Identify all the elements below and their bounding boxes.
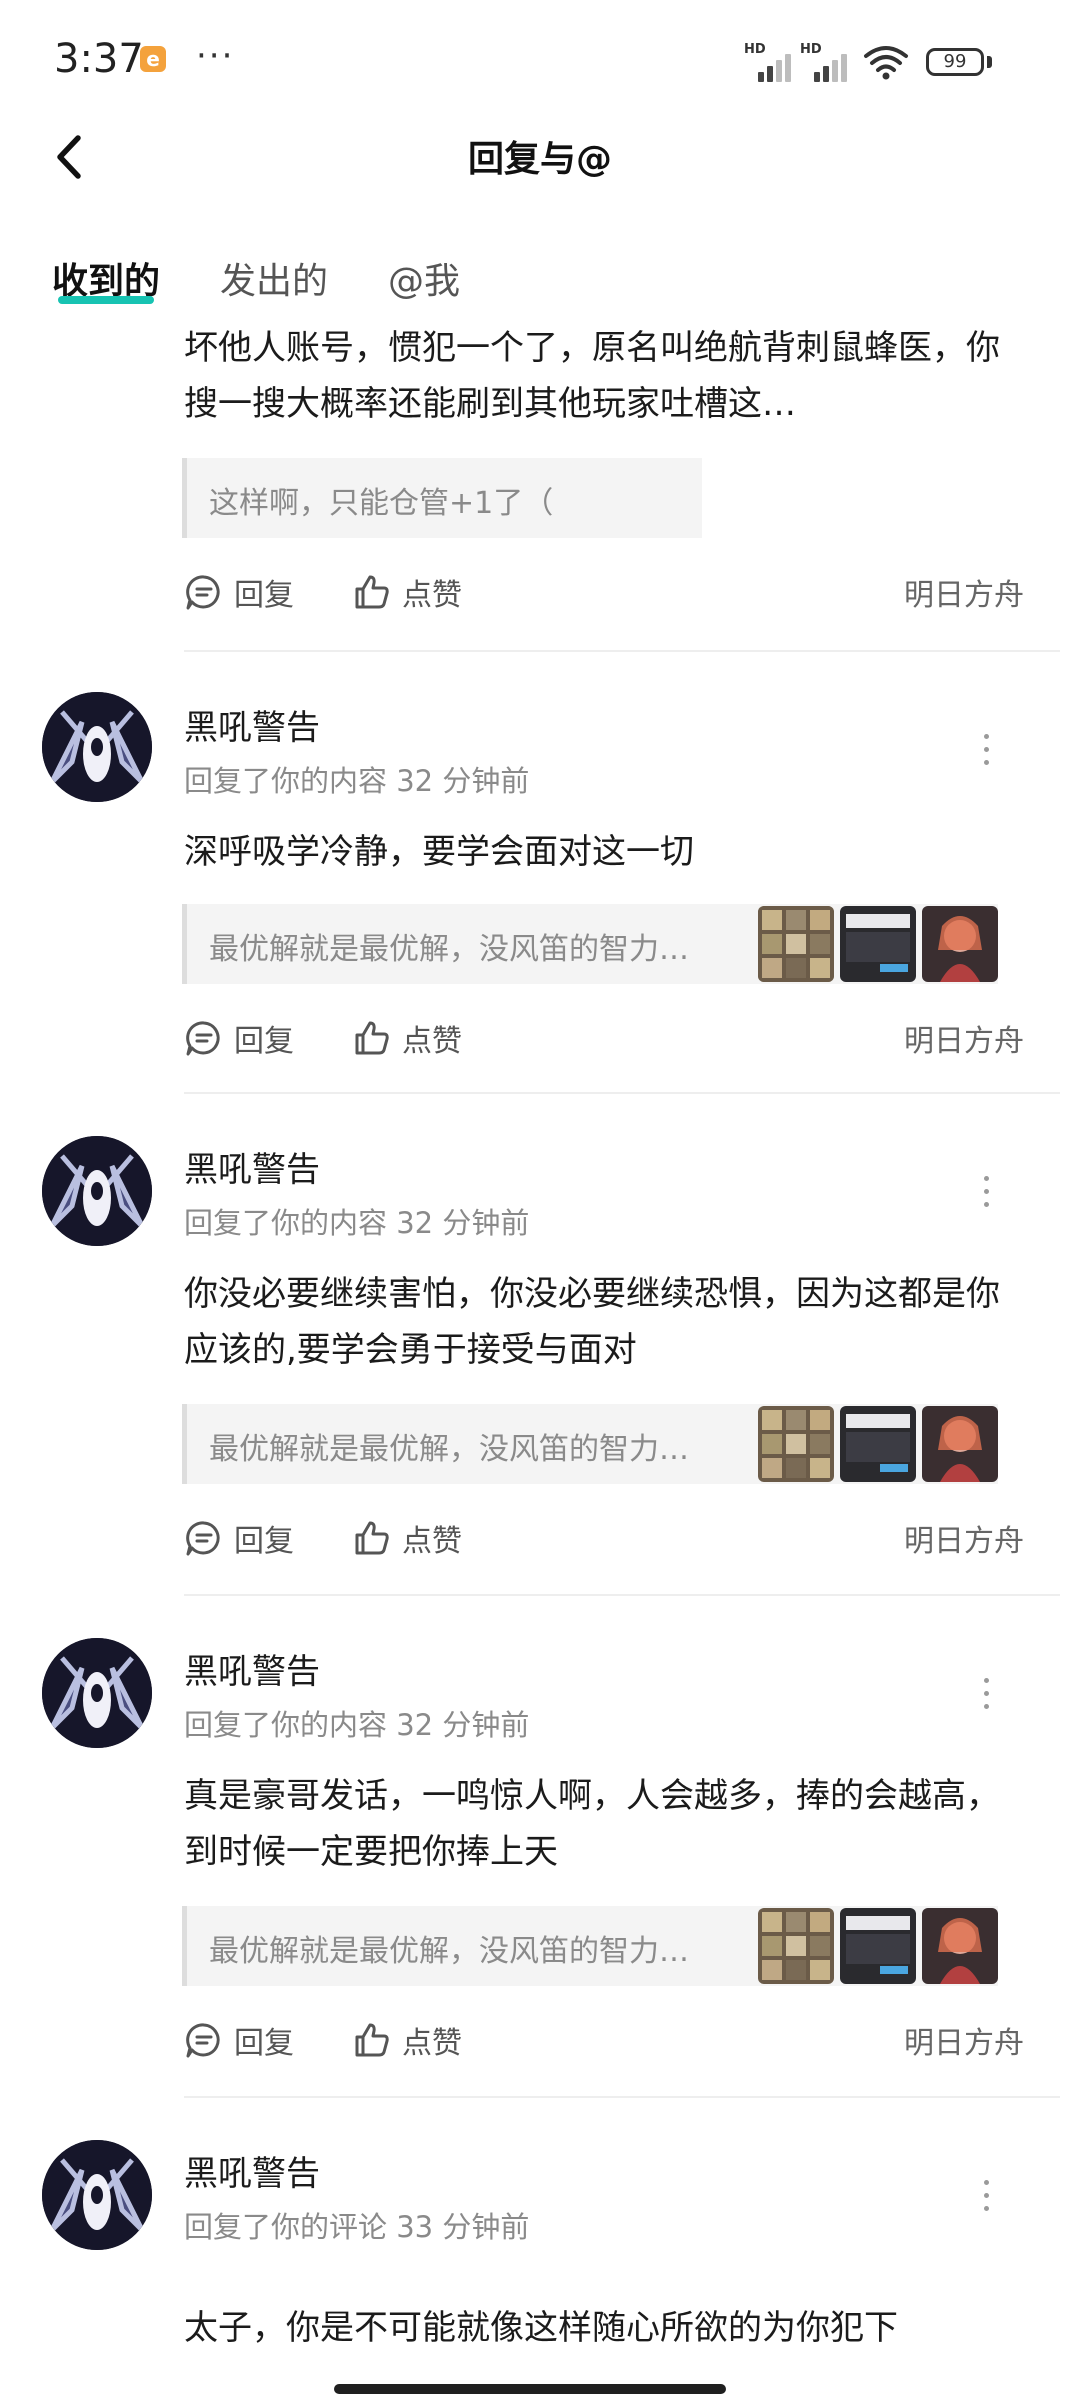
cellular-signal-icon: HD: [744, 42, 796, 82]
like-button[interactable]: 点赞: [352, 1016, 462, 1060]
tab-sent[interactable]: 发出的: [220, 252, 328, 304]
like-button[interactable]: 点赞: [352, 570, 462, 614]
like-button[interactable]: 点赞: [352, 2018, 462, 2062]
divider: [184, 1594, 1060, 1596]
status-bar: 3:37 e ··· HD HD 99: [0, 0, 1080, 120]
quoted-text: 最优解就是最优解，没风笛的智力…: [209, 932, 689, 967]
comment-icon: [186, 1521, 220, 1556]
status-time: 3:37: [54, 36, 144, 82]
cellular-signal-icon-2: HD: [800, 42, 852, 82]
like-label: 点赞: [402, 2026, 462, 2061]
topic-tag[interactable]: 明日方舟: [904, 1016, 1024, 1060]
avatar[interactable]: [42, 1136, 152, 1246]
avatar[interactable]: [42, 2140, 152, 2250]
reply-button[interactable]: 回复: [184, 1516, 294, 1560]
thumbs-up-icon: [355, 575, 389, 609]
comment-icon: [186, 2023, 220, 2058]
clip-region: 太子，你是不可能就像这样随心所欲的为你犯下: [0, 2300, 1080, 2368]
thumbnail-image: [840, 906, 916, 982]
thumbs-up-icon: [355, 2023, 389, 2057]
like-label: 点赞: [402, 578, 462, 613]
quoted-text: 最优解就是最优解，没风笛的智力…: [209, 1432, 689, 1467]
reply-content[interactable]: 太子，你是不可能就像这样随心所欲的为你犯下: [184, 2300, 1004, 2356]
username[interactable]: 黑吼警告: [184, 2146, 320, 2195]
more-options-icon[interactable]: [980, 1678, 992, 1718]
page-title: 回复与@: [467, 139, 612, 180]
action-bar: 回复 点赞 明日方舟: [184, 1516, 1024, 1566]
reply-meta: 回复了你的内容 32 分钟前: [184, 764, 530, 798]
topic-tag[interactable]: 明日方舟: [904, 570, 1024, 614]
like-label: 点赞: [402, 1524, 462, 1559]
battery-tip: [987, 56, 992, 68]
home-indicator[interactable]: [334, 2384, 726, 2394]
topic-tag[interactable]: 明日方舟: [904, 2018, 1024, 2062]
thumbnail-image: [758, 1406, 834, 1482]
reply-label: 回复: [234, 1524, 294, 1559]
divider: [184, 650, 1060, 652]
reply-meta: 回复了你的内容 32 分钟前: [184, 1206, 530, 1240]
thumbnail-image: [922, 1406, 998, 1482]
reply-button[interactable]: 回复: [184, 2018, 294, 2062]
reply-label: 回复: [234, 1024, 294, 1059]
thumbnail-image: [758, 906, 834, 982]
topic-tag[interactable]: 明日方舟: [904, 1516, 1024, 1560]
thumbs-up-icon: [355, 1021, 389, 1055]
signal-hd-label-2: HD: [800, 42, 822, 57]
app-notification-icon: e: [140, 46, 166, 72]
thumbs-up-icon: [355, 1521, 389, 1555]
divider: [184, 2096, 1060, 2098]
reply-label: 回复: [234, 578, 294, 613]
like-button[interactable]: 点赞: [352, 1516, 462, 1560]
signal-hd-label: HD: [744, 42, 766, 57]
reply-meta: 回复了你的评论 33 分钟前: [184, 2210, 530, 2244]
thumbnail-image: [922, 1908, 998, 1984]
comment-icon: [186, 575, 220, 610]
action-bar: 回复 点赞 明日方舟: [184, 2018, 1024, 2068]
more-options-icon[interactable]: [980, 1176, 992, 1216]
reply-button[interactable]: 回复: [184, 570, 294, 614]
more-notifications-icon: ···: [196, 36, 235, 76]
reply-button[interactable]: 回复: [184, 1016, 294, 1060]
quoted-text: 这样啊，只能仓管+1了（: [209, 486, 554, 521]
username[interactable]: 黑吼警告: [184, 1644, 320, 1693]
thumbnail-image: [840, 1406, 916, 1482]
reply-meta: 回复了你的内容 32 分钟前: [184, 1708, 530, 1742]
quoted-images[interactable]: [758, 1406, 998, 1482]
reply-content[interactable]: 深呼吸学冷静，要学会面对这一切: [184, 824, 1004, 880]
like-label: 点赞: [402, 1024, 462, 1059]
thumbnail-image: [758, 1908, 834, 1984]
reply-content[interactable]: 坏他人账号，惯犯一个了，原名叫绝航背刺鼠蜂医，你搜一搜大概率还能刷到其他玩家吐槽…: [184, 320, 1004, 432]
avatar[interactable]: [42, 692, 152, 802]
reply-label: 回复: [234, 2026, 294, 2061]
username[interactable]: 黑吼警告: [184, 1142, 320, 1191]
more-options-icon[interactable]: [980, 734, 992, 774]
battery-icon: 99: [926, 48, 984, 76]
comment-icon: [186, 1021, 220, 1056]
tab-mentions[interactable]: @我: [388, 252, 460, 304]
thumbnail-image: [840, 1908, 916, 1984]
action-bar: 回复 点赞 明日方舟: [184, 570, 1024, 620]
action-bar: 回复 点赞 明日方舟: [184, 1016, 1024, 1066]
wifi-icon: [864, 46, 908, 80]
reply-content[interactable]: 你没必要继续害怕，你没必要继续恐惧，因为这都是你应该的,要学会勇于接受与面对: [184, 1266, 1004, 1378]
reply-content[interactable]: 真是豪哥发话，一鸣惊人啊，人会越多，捧的会越高，到时候一定要把你捧上天: [184, 1768, 1004, 1880]
thumbnail-image: [922, 906, 998, 982]
username[interactable]: 黑吼警告: [184, 700, 320, 749]
more-options-icon[interactable]: [980, 2180, 992, 2220]
active-tab-indicator: [58, 296, 154, 304]
quoted-images[interactable]: [758, 1908, 998, 1984]
quoted-text: 最优解就是最优解，没风笛的智力…: [209, 1934, 689, 1969]
quoted-images[interactable]: [758, 906, 998, 982]
divider: [184, 1092, 1060, 1094]
quoted-original[interactable]: 这样啊，只能仓管+1了（: [182, 458, 702, 538]
avatar[interactable]: [42, 1638, 152, 1748]
